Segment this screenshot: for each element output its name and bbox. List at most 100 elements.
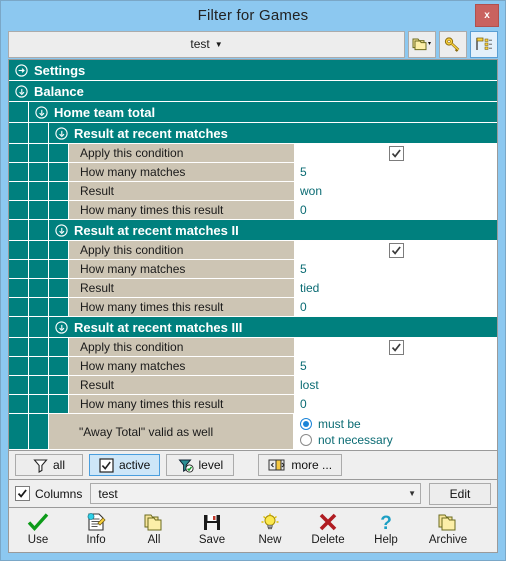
archive-button[interactable]: Archive	[423, 511, 473, 546]
row-label: How many matches	[69, 260, 295, 278]
circle-arrow-right-icon[interactable]	[13, 62, 29, 78]
funnel-icon	[33, 458, 48, 473]
group-header-result-recent-matches-iii[interactable]: Result at recent matches III	[9, 317, 497, 338]
tree-rail	[29, 260, 49, 278]
save-label: Save	[198, 534, 226, 546]
away-total-row: "Away Total" valid as well must be not n…	[9, 414, 497, 450]
tree-rail	[9, 298, 29, 316]
all-button[interactable]: All	[133, 511, 175, 546]
radio-label: must be	[318, 416, 361, 431]
how-many-times-input[interactable]: 0	[295, 395, 497, 413]
tree-rail	[29, 414, 49, 449]
group-header-home-team-total[interactable]: Home team total	[9, 102, 497, 123]
how-many-times-input[interactable]: 0	[295, 298, 497, 316]
help-button[interactable]: ? Help	[365, 511, 407, 546]
filter-active-button[interactable]: active	[89, 454, 161, 476]
filter-level-button[interactable]: level	[166, 454, 235, 476]
apply-this-condition-checkbox[interactable]	[388, 145, 404, 161]
group-label: Result at recent matches	[74, 125, 228, 141]
tree-rails	[9, 144, 69, 162]
row-label: Apply this condition	[69, 241, 295, 259]
window-bottom-padding	[1, 553, 505, 560]
tree-rails	[9, 241, 69, 259]
tree-rails	[9, 163, 69, 181]
close-button[interactable]: x	[475, 4, 499, 27]
tree-rails	[9, 395, 69, 413]
delete-button[interactable]: Delete	[307, 511, 349, 546]
filter-for-games-window: Filter for Games x test ▼ Settings Balan…	[0, 0, 506, 561]
command-icon-bar: Use Info All Save New Delete ? Help Arch…	[8, 508, 498, 553]
apply-this-condition-checkbox[interactable]	[388, 242, 404, 258]
preset-toolbar: test ▼	[8, 29, 498, 59]
tree-rail	[9, 102, 29, 122]
row-label: Apply this condition	[69, 338, 295, 356]
columns-checkbox[interactable]	[15, 486, 30, 501]
how-many-matches-input[interactable]: 5	[295, 260, 497, 278]
radio-dot	[300, 433, 312, 446]
save-button[interactable]: Save	[191, 511, 233, 546]
edit-button[interactable]: Edit	[429, 482, 491, 505]
tree-rail	[9, 144, 29, 162]
table-row: Apply this condition	[9, 144, 497, 163]
tree-rail	[9, 220, 29, 240]
lightbulb-icon	[259, 511, 281, 533]
radio-not-necessary[interactable]: not necessary	[300, 432, 497, 448]
filter-list-icon	[476, 37, 492, 50]
group-header-balance[interactable]: Balance	[9, 81, 497, 102]
tree-rail	[29, 241, 49, 259]
filter-list-button[interactable]	[470, 30, 498, 58]
checkbox-icon	[99, 457, 114, 473]
row-label: Result	[69, 279, 295, 297]
filter-active-label: active	[119, 458, 151, 472]
circle-arrow-down-icon[interactable]	[13, 83, 29, 99]
tree-rail	[9, 182, 29, 200]
filter-all-button[interactable]: all	[15, 454, 83, 476]
columns-checkbox-group[interactable]: Columns	[15, 486, 82, 501]
circle-arrow-down-icon[interactable]	[53, 222, 69, 238]
radio-must-be[interactable]: must be	[300, 416, 497, 432]
folder-dropdown-button[interactable]	[408, 30, 436, 58]
result-input[interactable]: tied	[295, 279, 497, 297]
table-row: Result tied	[9, 279, 497, 298]
tree-rail	[29, 298, 49, 316]
result-input[interactable]: lost	[295, 376, 497, 394]
how-many-matches-input[interactable]: 5	[295, 357, 497, 375]
tree-rail	[49, 357, 69, 375]
new-button[interactable]: New	[249, 511, 291, 546]
tree-rails	[9, 357, 69, 375]
filter-more-button[interactable]: more ...	[258, 454, 343, 476]
row-label: Result	[69, 376, 295, 394]
row-value	[295, 144, 497, 162]
tree-rail	[29, 123, 49, 143]
archive-label: Archive	[428, 534, 468, 546]
apply-this-condition-checkbox[interactable]	[388, 339, 404, 355]
folder-stack-icon	[143, 511, 165, 533]
row-label: How many times this result	[69, 395, 295, 413]
table-row: How many matches 5	[9, 163, 497, 182]
table-row: Result won	[9, 182, 497, 201]
preset-dropdown[interactable]: test ▼	[8, 30, 405, 58]
use-button[interactable]: Use	[17, 511, 59, 546]
tree-rail	[49, 241, 69, 259]
new-label: New	[258, 534, 282, 546]
circle-arrow-down-icon[interactable]	[33, 104, 49, 120]
how-many-matches-input[interactable]: 5	[295, 163, 497, 181]
columns-label: Columns	[35, 486, 83, 501]
group-header-result-recent-matches[interactable]: Result at recent matches	[9, 123, 497, 144]
window-title: Filter for Games	[197, 6, 309, 24]
tree-rail	[9, 395, 29, 413]
group-header-result-recent-matches-ii[interactable]: Result at recent matches II	[9, 220, 497, 241]
result-input[interactable]: won	[295, 182, 497, 200]
info-button[interactable]: Info	[75, 511, 117, 546]
circle-arrow-down-icon[interactable]	[53, 319, 69, 335]
tree-rail	[29, 220, 49, 240]
how-many-times-input[interactable]: 0	[295, 201, 497, 219]
key-button[interactable]	[439, 30, 467, 58]
use-label: Use	[27, 534, 49, 546]
table-row: How many times this result 0	[9, 201, 497, 220]
columns-combobox[interactable]: test ▼	[90, 483, 421, 504]
group-header-settings[interactable]: Settings	[9, 60, 497, 81]
tree-rails	[9, 260, 69, 278]
circle-arrow-down-icon[interactable]	[53, 125, 69, 141]
tree-rail	[9, 414, 29, 449]
